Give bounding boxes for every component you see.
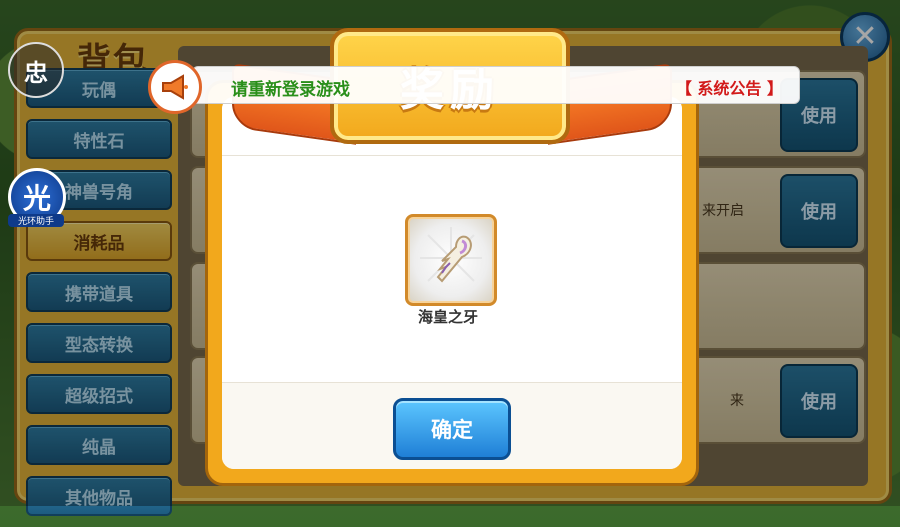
halo-assistant-label: 光环助手 [8,214,64,227]
sea-king-fang-icon [416,223,486,297]
reward-item-name: 海皇之牙 [417,308,478,326]
system-notice-banner: 请重新登录游戏 【 系统公告 】 [192,66,800,104]
megaphone-icon [148,60,202,114]
notice-text: 请重新登录游戏 [231,80,350,100]
notice-tag: 【 系统公告 】 [675,79,783,98]
confirm-button[interactable]: 确定 [393,398,511,460]
helper-button[interactable]: 忠 [8,42,64,98]
reward-item-slot[interactable] [405,214,497,306]
